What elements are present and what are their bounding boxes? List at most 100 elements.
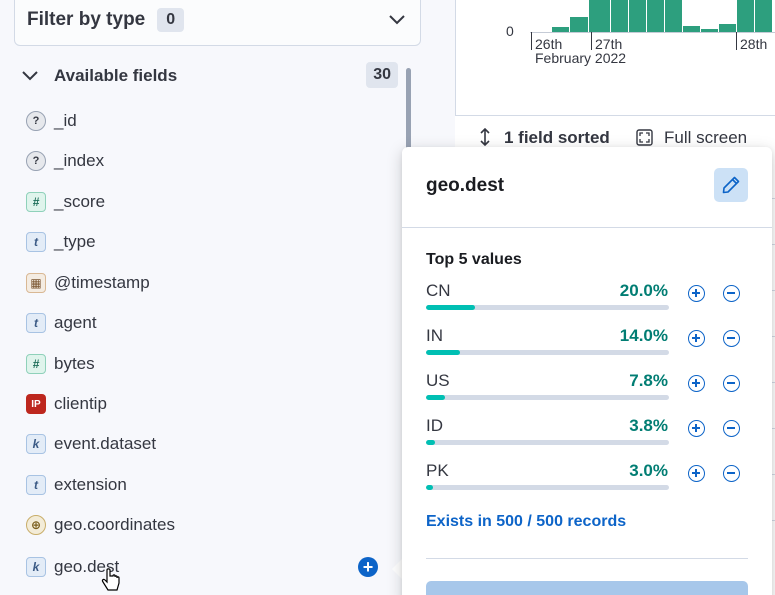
available-fields-title: Available fields <box>54 66 178 85</box>
top-value-row: US 7.8% <box>426 371 756 411</box>
available-fields-count: 30 <box>366 62 398 88</box>
filter-count-badge: 0 <box>157 8 185 32</box>
add-field-button[interactable]: + <box>358 557 378 577</box>
field-item-geo-coordinates[interactable]: ⊕ geo.coordinates <box>26 512 386 538</box>
ip-type-icon: IP <box>26 394 46 414</box>
value-percent: 20.0% <box>619 281 668 300</box>
histogram-bar <box>629 0 646 32</box>
exists-in-records-link[interactable]: Exists in 500 / 500 records <box>426 513 626 531</box>
pencil-icon <box>722 176 740 194</box>
visualize-button[interactable] <box>426 581 748 595</box>
string-type-icon: t <box>26 232 46 252</box>
popover-title: geo.dest <box>426 175 505 196</box>
field-name: agent <box>54 313 97 332</box>
field-name: geo.coordinates <box>54 515 175 534</box>
filter-out-value-button[interactable] <box>723 465 740 482</box>
filter-for-value-button[interactable] <box>688 285 705 302</box>
unknown-type-icon: ? <box>26 111 46 131</box>
field-item-index[interactable]: ? _index <box>26 148 386 174</box>
value-label: US <box>426 371 450 390</box>
field-item-id[interactable]: ? _id <box>26 108 386 134</box>
keyword-type-icon: k <box>26 434 46 454</box>
filter-out-value-button[interactable] <box>723 375 740 392</box>
field-name: _id <box>54 111 77 130</box>
filter-out-value-button[interactable] <box>723 285 740 302</box>
field-item-agent[interactable]: t agent <box>26 310 386 336</box>
filter-for-value-button[interactable] <box>688 375 705 392</box>
value-progress-fill <box>426 305 475 310</box>
filter-by-type-label: Filter by type <box>27 9 146 30</box>
value-label: PK <box>426 461 449 480</box>
field-item-extension[interactable]: t extension <box>26 472 386 498</box>
field-item-bytes[interactable]: # bytes <box>26 351 386 377</box>
filter-out-value-button[interactable] <box>723 420 740 437</box>
full-screen-button[interactable]: Full screen <box>664 128 747 148</box>
histogram-bar <box>755 0 772 32</box>
field-name: extension <box>54 475 127 494</box>
value-progress-bar <box>426 395 669 400</box>
unknown-type-icon: ? <box>26 151 46 171</box>
sidebar-scrollbar[interactable] <box>406 68 411 150</box>
filter-by-type-dropdown[interactable]: Filter by type 0 <box>14 0 421 46</box>
value-label: IN <box>426 326 443 345</box>
x-axis-label: 28th <box>740 36 768 52</box>
value-progress-fill <box>426 485 434 490</box>
filter-out-value-button[interactable] <box>723 330 740 347</box>
number-type-icon: # <box>26 192 46 212</box>
value-progress-bar <box>426 305 669 310</box>
field-name: _score <box>54 192 106 211</box>
value-percent: 7.8% <box>629 371 668 390</box>
histogram-bar <box>552 27 569 32</box>
value-progress-fill <box>426 440 436 445</box>
date-type-icon: ▦ <box>26 273 46 293</box>
histogram-bar <box>665 0 682 32</box>
top-values-title: Top 5 values <box>426 251 522 268</box>
filter-for-value-button[interactable] <box>688 420 705 437</box>
globe-icon: ⊕ <box>26 515 46 535</box>
filter-for-value-button[interactable] <box>688 465 705 482</box>
field-details-popover: geo.dest Top 5 values CN 20.0% IN 14.0% … <box>402 147 772 595</box>
histogram-bar <box>701 29 718 32</box>
histogram-bar <box>611 0 628 32</box>
fields-sorted-button[interactable]: 1 field sorted <box>504 128 610 148</box>
keyword-type-icon: k <box>26 557 46 577</box>
value-progress-fill <box>426 350 461 355</box>
field-item-event-dataset[interactable]: k event.dataset <box>26 431 386 457</box>
field-item-type[interactable]: t _type <box>26 229 386 255</box>
edit-field-button[interactable] <box>714 168 748 202</box>
value-label: CN <box>426 281 451 300</box>
value-percent: 3.8% <box>629 416 668 435</box>
chevron-down-icon <box>389 15 405 25</box>
y-axis-zero-label: 0 <box>506 23 514 39</box>
hand-cursor-icon <box>101 568 120 591</box>
histogram-bar <box>683 26 700 32</box>
field-name: _type <box>54 232 96 251</box>
field-name: @timestamp <box>54 273 150 292</box>
histogram-bar <box>589 0 610 32</box>
fullscreen-icon <box>636 129 653 146</box>
value-progress-fill <box>426 395 445 400</box>
chevron-down-icon <box>22 71 38 81</box>
field-item-timestamp[interactable]: ▦ @timestamp <box>26 270 386 296</box>
x-axis-tick <box>531 32 532 50</box>
field-name: bytes <box>54 354 95 373</box>
filter-for-value-button[interactable] <box>688 330 705 347</box>
string-type-icon: t <box>26 475 46 495</box>
popover-divider <box>426 558 748 559</box>
histogram-bar <box>647 0 664 32</box>
value-percent: 14.0% <box>619 326 668 345</box>
top-value-row: IN 14.0% <box>426 326 756 366</box>
value-percent: 3.0% <box>629 461 668 480</box>
top-value-row: PK 3.0% <box>426 461 756 501</box>
field-name: event.dataset <box>54 434 157 453</box>
field-item-geo-dest[interactable]: k geo.dest <box>26 554 386 580</box>
available-fields-header[interactable]: Available fields 30 <box>20 62 398 90</box>
field-item-clientip[interactable]: IP clientip <box>26 391 386 417</box>
field-name: _index <box>54 151 105 170</box>
value-progress-bar <box>426 485 669 490</box>
value-label: ID <box>426 416 443 435</box>
number-type-icon: # <box>26 354 46 374</box>
value-progress-bar <box>426 440 669 445</box>
field-item-score[interactable]: # _score <box>26 189 386 215</box>
x-axis-tick <box>736 32 737 50</box>
